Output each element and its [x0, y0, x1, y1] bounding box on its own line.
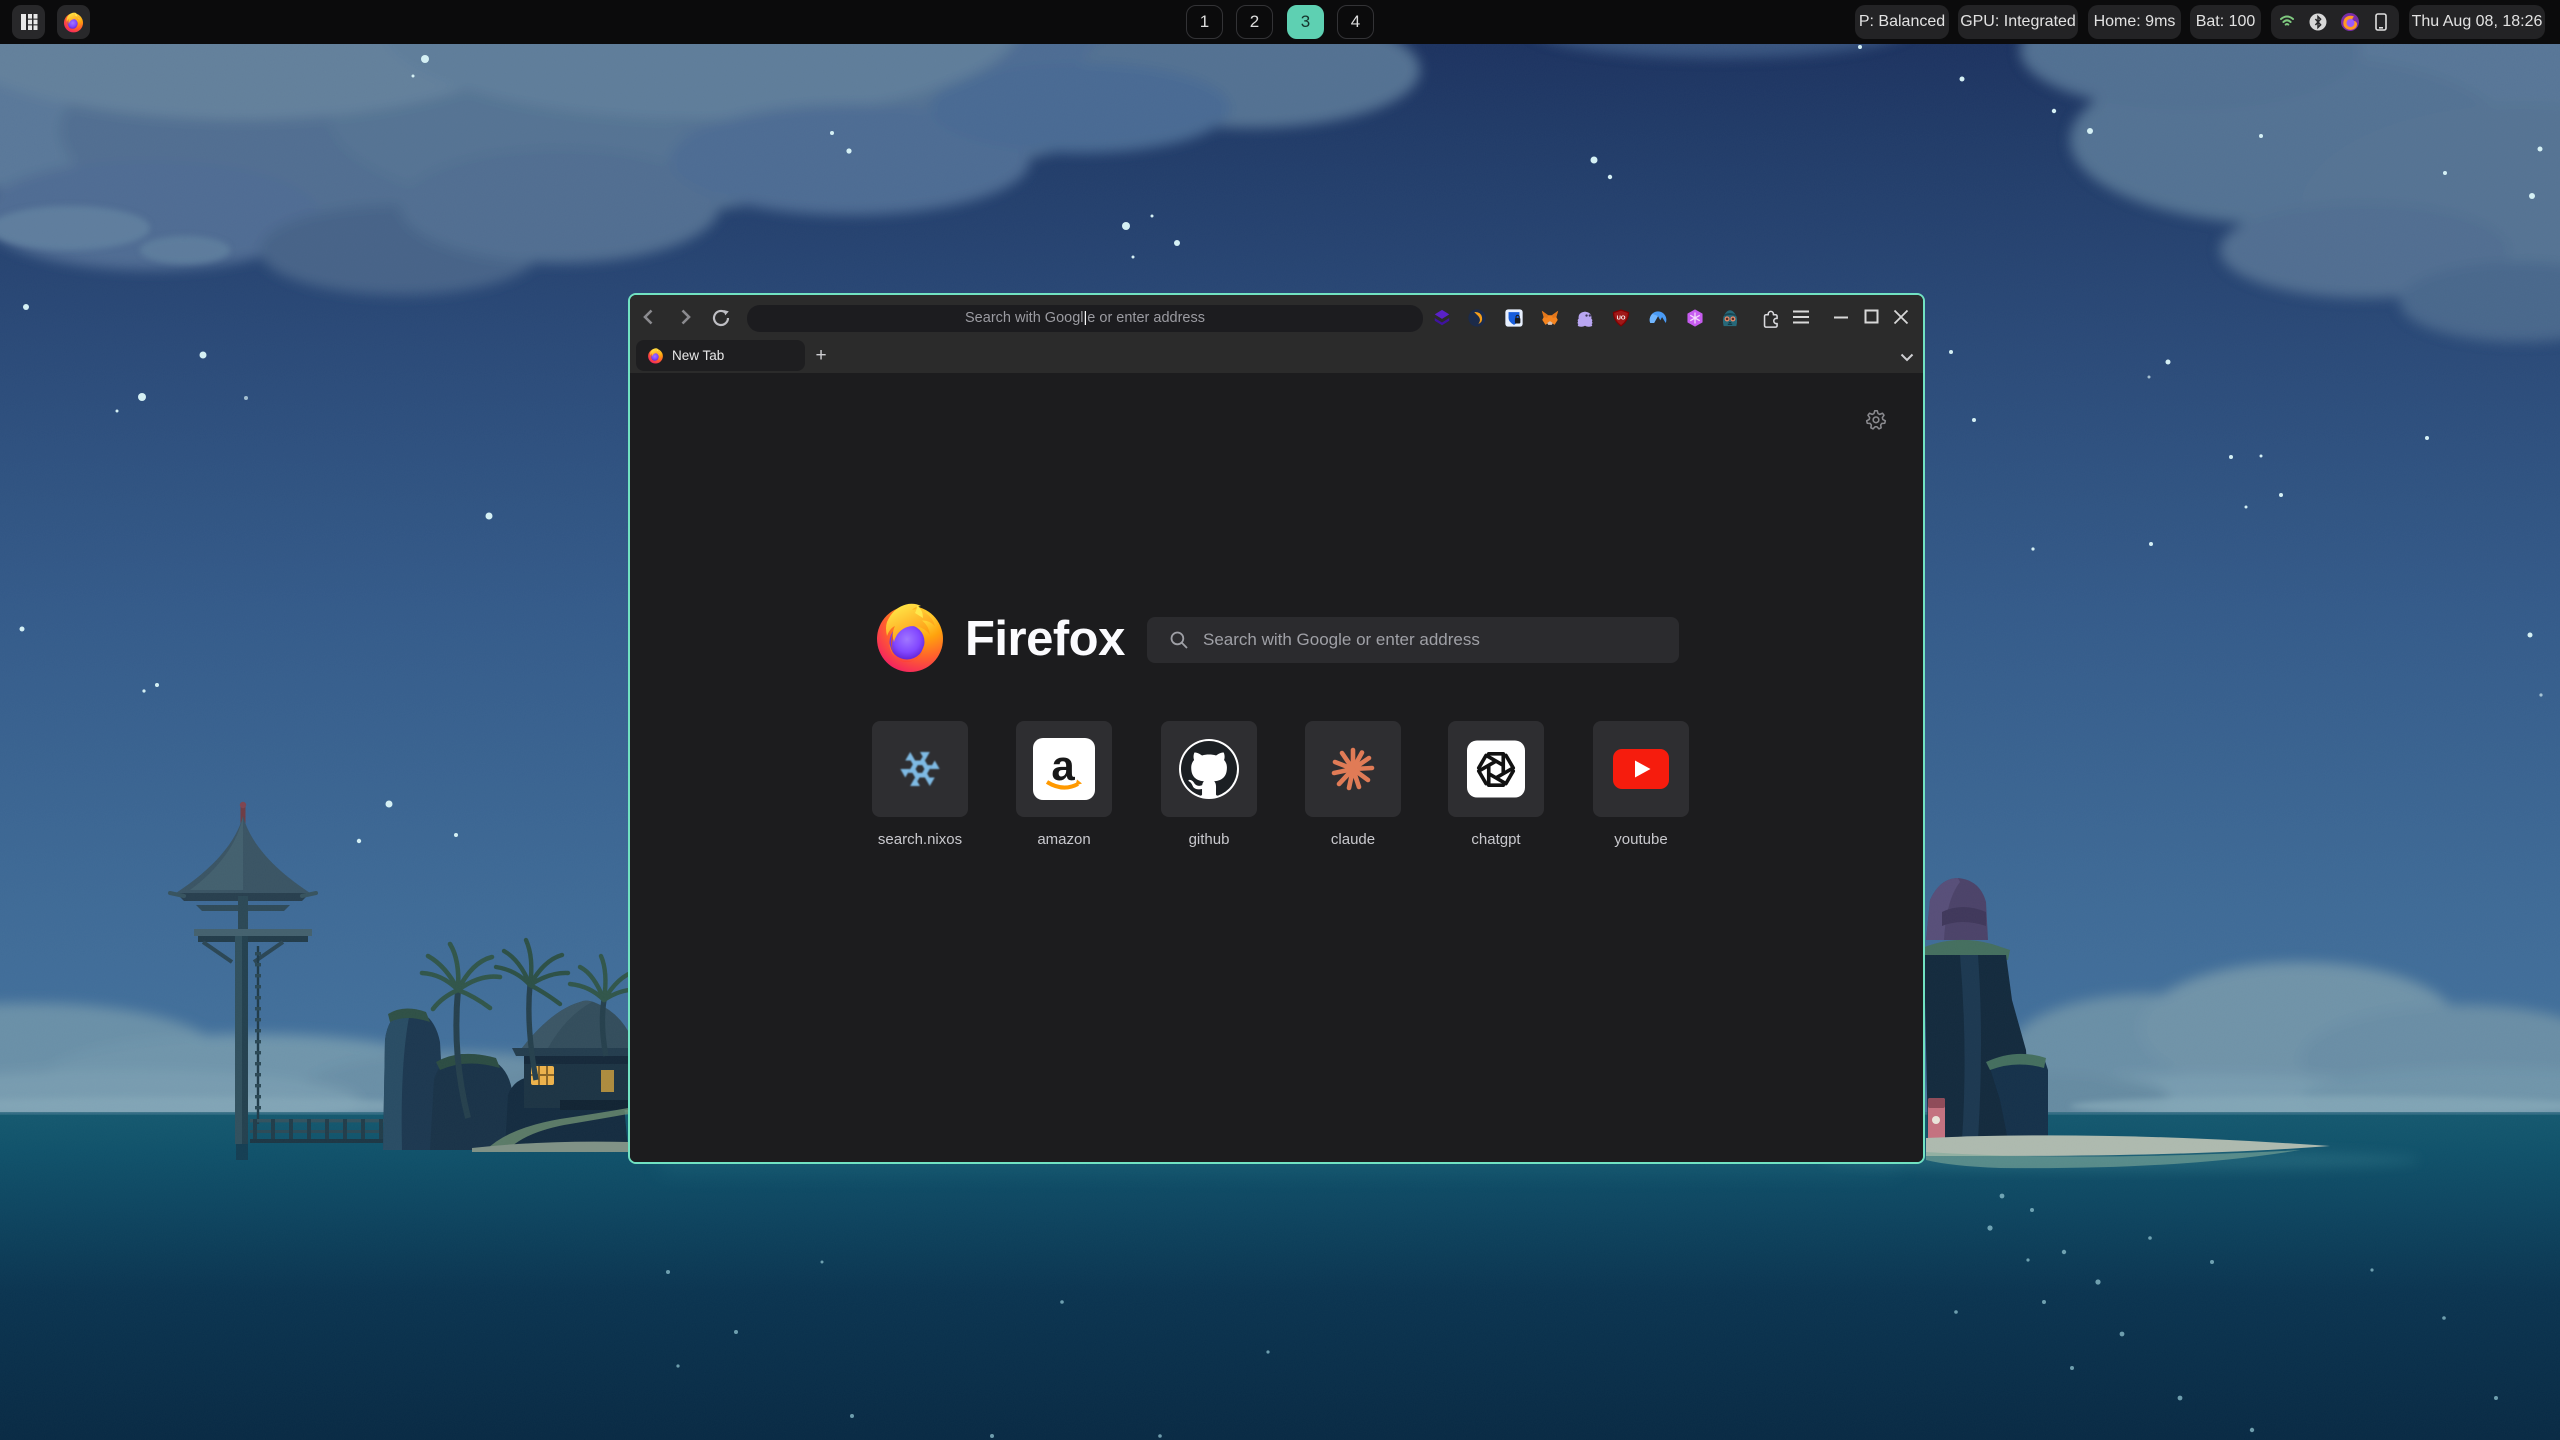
svg-text:a: a [1051, 742, 1075, 789]
svg-text:UO: UO [1617, 315, 1626, 321]
